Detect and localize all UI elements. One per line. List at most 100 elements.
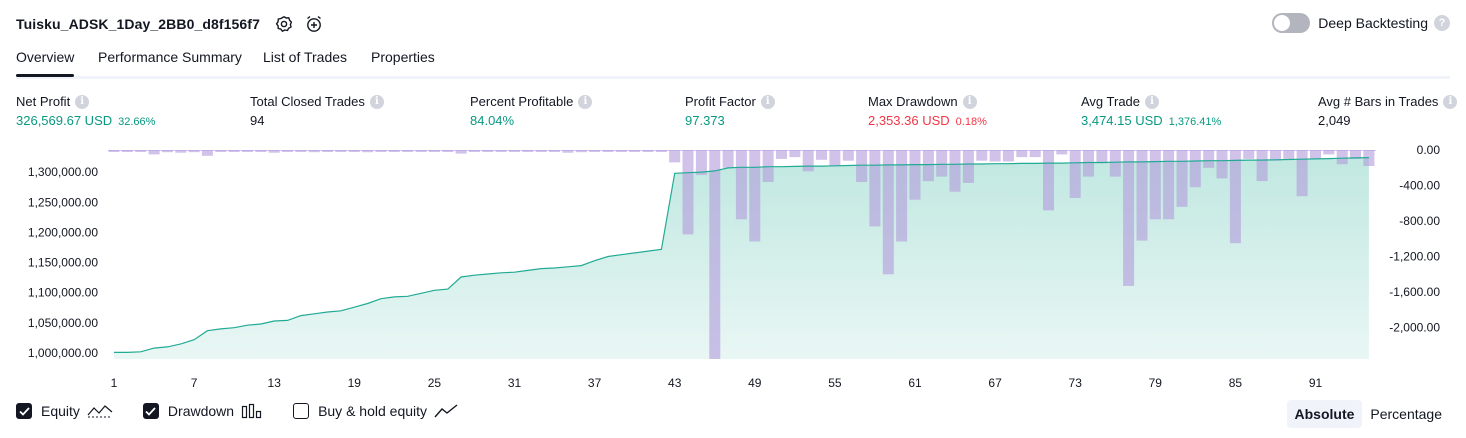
drawdown-bar <box>722 150 734 168</box>
tab-overview[interactable]: Overview <box>16 49 75 77</box>
drawdown-bar <box>201 150 213 156</box>
drawdown-bar <box>1176 150 1188 207</box>
drawdown-bar <box>495 150 507 152</box>
x-tick-label: 43 <box>668 376 682 390</box>
drawdown-bar <box>282 150 293 152</box>
x-tick-label: 25 <box>428 376 442 390</box>
drawdown-bar <box>1123 150 1135 286</box>
drawdown-bar <box>615 150 627 152</box>
drawdown-bar <box>135 150 147 152</box>
drawdown-bar <box>388 150 400 152</box>
drawdown-bars-icon <box>241 403 263 419</box>
metric-avg-trade: Avg Trade i 3,474.15 USD 1,376.41% <box>1081 93 1221 128</box>
equity-line-icon <box>87 403 113 419</box>
legend-buy-hold-label: Buy & hold equity <box>318 403 428 419</box>
x-tick-label: 73 <box>1069 376 1083 390</box>
info-icon[interactable]: i <box>75 94 90 109</box>
drawdown-bar <box>989 150 1001 162</box>
drawdown-bar <box>856 150 868 182</box>
drawdown-bar <box>1029 150 1041 158</box>
drawdown-bar <box>949 150 961 192</box>
legend-equity[interactable]: Equity <box>16 403 113 419</box>
x-tick-label: 67 <box>988 376 1002 390</box>
drawdown-bar <box>228 150 240 152</box>
metric-value: 84.04% <box>470 113 515 128</box>
metric-label: Profit Factor <box>685 94 756 109</box>
drawdown-bar <box>1016 150 1028 158</box>
metric-net-profit: Net Profit i 326,569.67 USD 32.66% <box>16 93 155 128</box>
metric-label: Net Profit <box>16 94 71 109</box>
drawdown-bar <box>709 150 721 359</box>
info-icon[interactable]: i <box>578 94 593 109</box>
metric-value: 2,353.36 USD <box>868 113 950 128</box>
x-tick-label: 7 <box>191 376 198 390</box>
checkbox-equity[interactable] <box>16 403 32 419</box>
drawdown-bar <box>428 150 440 152</box>
metric-percent: 32.66% <box>118 116 156 128</box>
y-right-tick-label: -1,200.00 <box>1389 250 1440 264</box>
legend-buy-hold-equity[interactable]: Buy & hold equity <box>293 403 458 419</box>
drawdown-bar <box>922 150 934 182</box>
info-icon[interactable]: i <box>369 94 384 109</box>
drawdown-bar <box>242 150 253 152</box>
drawdown-bar <box>215 150 227 152</box>
drawdown-bar <box>549 150 560 152</box>
drawdown-bar <box>962 150 974 183</box>
drawdown-bar <box>175 150 187 153</box>
y-right-tick-label: -400.00 <box>1399 179 1440 193</box>
metric-label: Total Closed Trades <box>250 94 365 109</box>
drawdown-bar <box>161 150 173 153</box>
alarm-clock-add-icon[interactable] <box>304 14 324 34</box>
deep-backtesting-toggle[interactable] <box>1272 13 1311 33</box>
drawdown-bar <box>1136 150 1148 241</box>
drawdown-bar <box>749 150 761 242</box>
drawdown-bar <box>589 150 601 152</box>
drawdown-bar <box>255 150 267 152</box>
metric-total-closed-trades: Total Closed Trades i 94 <box>250 93 384 128</box>
drawdown-bar <box>842 150 854 161</box>
drawdown-bar <box>816 150 827 160</box>
drawdown-bar <box>1256 150 1268 182</box>
y-right-tick-label: -800.00 <box>1399 214 1440 228</box>
deep-backtesting-label: Deep Backtesting <box>1318 15 1428 31</box>
info-icon[interactable]: i <box>760 94 775 109</box>
tab-list-of-trades[interactable]: List of Trades <box>263 49 347 65</box>
metric-value: 2,049 <box>1318 113 1351 128</box>
drawdown-bar <box>148 150 160 155</box>
drawdown-bar <box>1056 150 1068 155</box>
tab-properties[interactable]: Properties <box>371 49 435 65</box>
drawdown-bar <box>602 150 614 152</box>
drawdown-bar <box>869 150 881 227</box>
legend-drawdown[interactable]: Drawdown <box>142 403 263 419</box>
drawdown-bar <box>735 150 747 220</box>
absolute-button[interactable]: Absolute <box>1286 400 1363 428</box>
percentage-button[interactable]: Percentage <box>1362 400 1450 428</box>
y-right-tick-label: 0.00 <box>1417 143 1441 157</box>
x-tick-label: 19 <box>348 376 362 390</box>
y-left-tick-label: 1,300,000.00 <box>28 165 98 179</box>
drawdown-bar <box>642 150 654 152</box>
drawdown-bar <box>575 150 587 153</box>
checkbox-buy-hold-equity[interactable] <box>293 403 310 419</box>
help-icon[interactable]: ? <box>1434 15 1450 31</box>
drawdown-bar <box>1002 150 1014 162</box>
metric-avg-bars-in-trades: Avg # Bars in Trades i 2,049 <box>1318 93 1458 128</box>
info-icon[interactable]: i <box>962 94 977 109</box>
tab-performance-summary[interactable]: Performance Summary <box>98 49 242 65</box>
info-icon[interactable]: i <box>1443 94 1458 109</box>
drawdown-bar <box>442 150 454 152</box>
drawdown-bar <box>268 150 280 153</box>
drawdown-bar <box>188 150 200 153</box>
y-right-tick-label: -1,600.00 <box>1389 285 1440 299</box>
x-tick-label: 37 <box>588 376 602 390</box>
drawdown-bar <box>455 150 467 154</box>
equity-drawdown-chart[interactable]: 1,000,000.00 1,050,000.00 1,100,000.00 1,15… <box>0 140 1466 390</box>
info-icon[interactable]: i <box>1145 94 1160 109</box>
metric-value: 97.373 <box>685 113 725 128</box>
drawdown-bar <box>335 150 347 152</box>
drawdown-bar <box>415 150 427 152</box>
drawdown-bar <box>1083 150 1094 177</box>
drawdown-bar <box>482 150 494 152</box>
checkbox-drawdown[interactable] <box>142 403 159 419</box>
settings-gear-icon[interactable] <box>274 14 294 34</box>
